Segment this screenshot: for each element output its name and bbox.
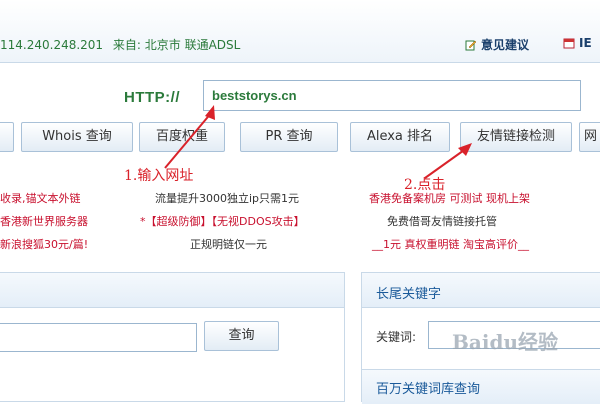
keyword-db-title: 百万关键词库查询 [376,382,481,397]
feedback-label: 意见建议 [481,38,530,52]
ad-link[interactable]: 新浪搜狐30元/篇! [0,236,88,252]
ad-link[interactable]: 正规明链仅一元 [190,236,267,252]
visitor-ip: 114.240.248.201 [0,38,104,52]
more-tools-button[interactable]: 网 [579,122,600,152]
tool-button-partial[interactable] [0,122,14,152]
friend-link-check-button[interactable]: 友情链接检测 [460,122,572,152]
query-button[interactable]: 查询 [204,321,279,351]
watermark: Baidu经验 [452,330,558,354]
visitor-location: 来自: 北京市 联通ADSL [112,38,241,52]
ad-link[interactable]: 香港免备案机房 可测试 现机上架 [369,190,530,206]
ie-label: IE [579,36,592,50]
http-label: HTTP:// [124,89,180,106]
ad-link[interactable]: __1元 真权重明链 淘宝高评价__ [372,236,529,252]
ad-link[interactable]: 流量提升3000独立ip只需1元 [155,190,299,206]
query-input[interactable] [0,323,197,352]
ad-link[interactable]: 收录,锚文本外链 [0,190,81,206]
baidu-weight-button[interactable]: 百度权重 [139,122,225,152]
url-input[interactable]: beststorys.cn [203,80,581,111]
alexa-rank-button[interactable]: Alexa 排名 [350,122,450,152]
query-panel: 查询 [0,272,345,402]
ie-link[interactable]: IE [563,36,592,50]
long-tail-keyword-header: 长尾关键字 [362,273,600,308]
top-bar [0,0,600,63]
keyword-db-header: 百万关键词库查询 [362,369,600,404]
visitor-ip-line: 114.240.248.201 来自: 北京市 联通ADSL [0,36,240,53]
ad-link[interactable]: 香港新世界服务器 [0,213,88,229]
keyword-label: 关键词: [376,330,417,344]
query-panel-header [0,273,344,308]
edit-icon [465,39,477,51]
ad-link[interactable]: *【超级防御】【无视DDOS攻击】 [140,213,305,229]
feedback-link[interactable]: 意见建议 [465,36,529,53]
calendar-icon [563,37,575,49]
pr-query-button[interactable]: PR 查询 [240,122,338,152]
ad-link[interactable]: 免费借哥友情链接托管 [387,213,497,229]
whois-button[interactable]: Whois 查询 [21,122,133,152]
panel-title: 长尾关键字 [376,287,442,302]
